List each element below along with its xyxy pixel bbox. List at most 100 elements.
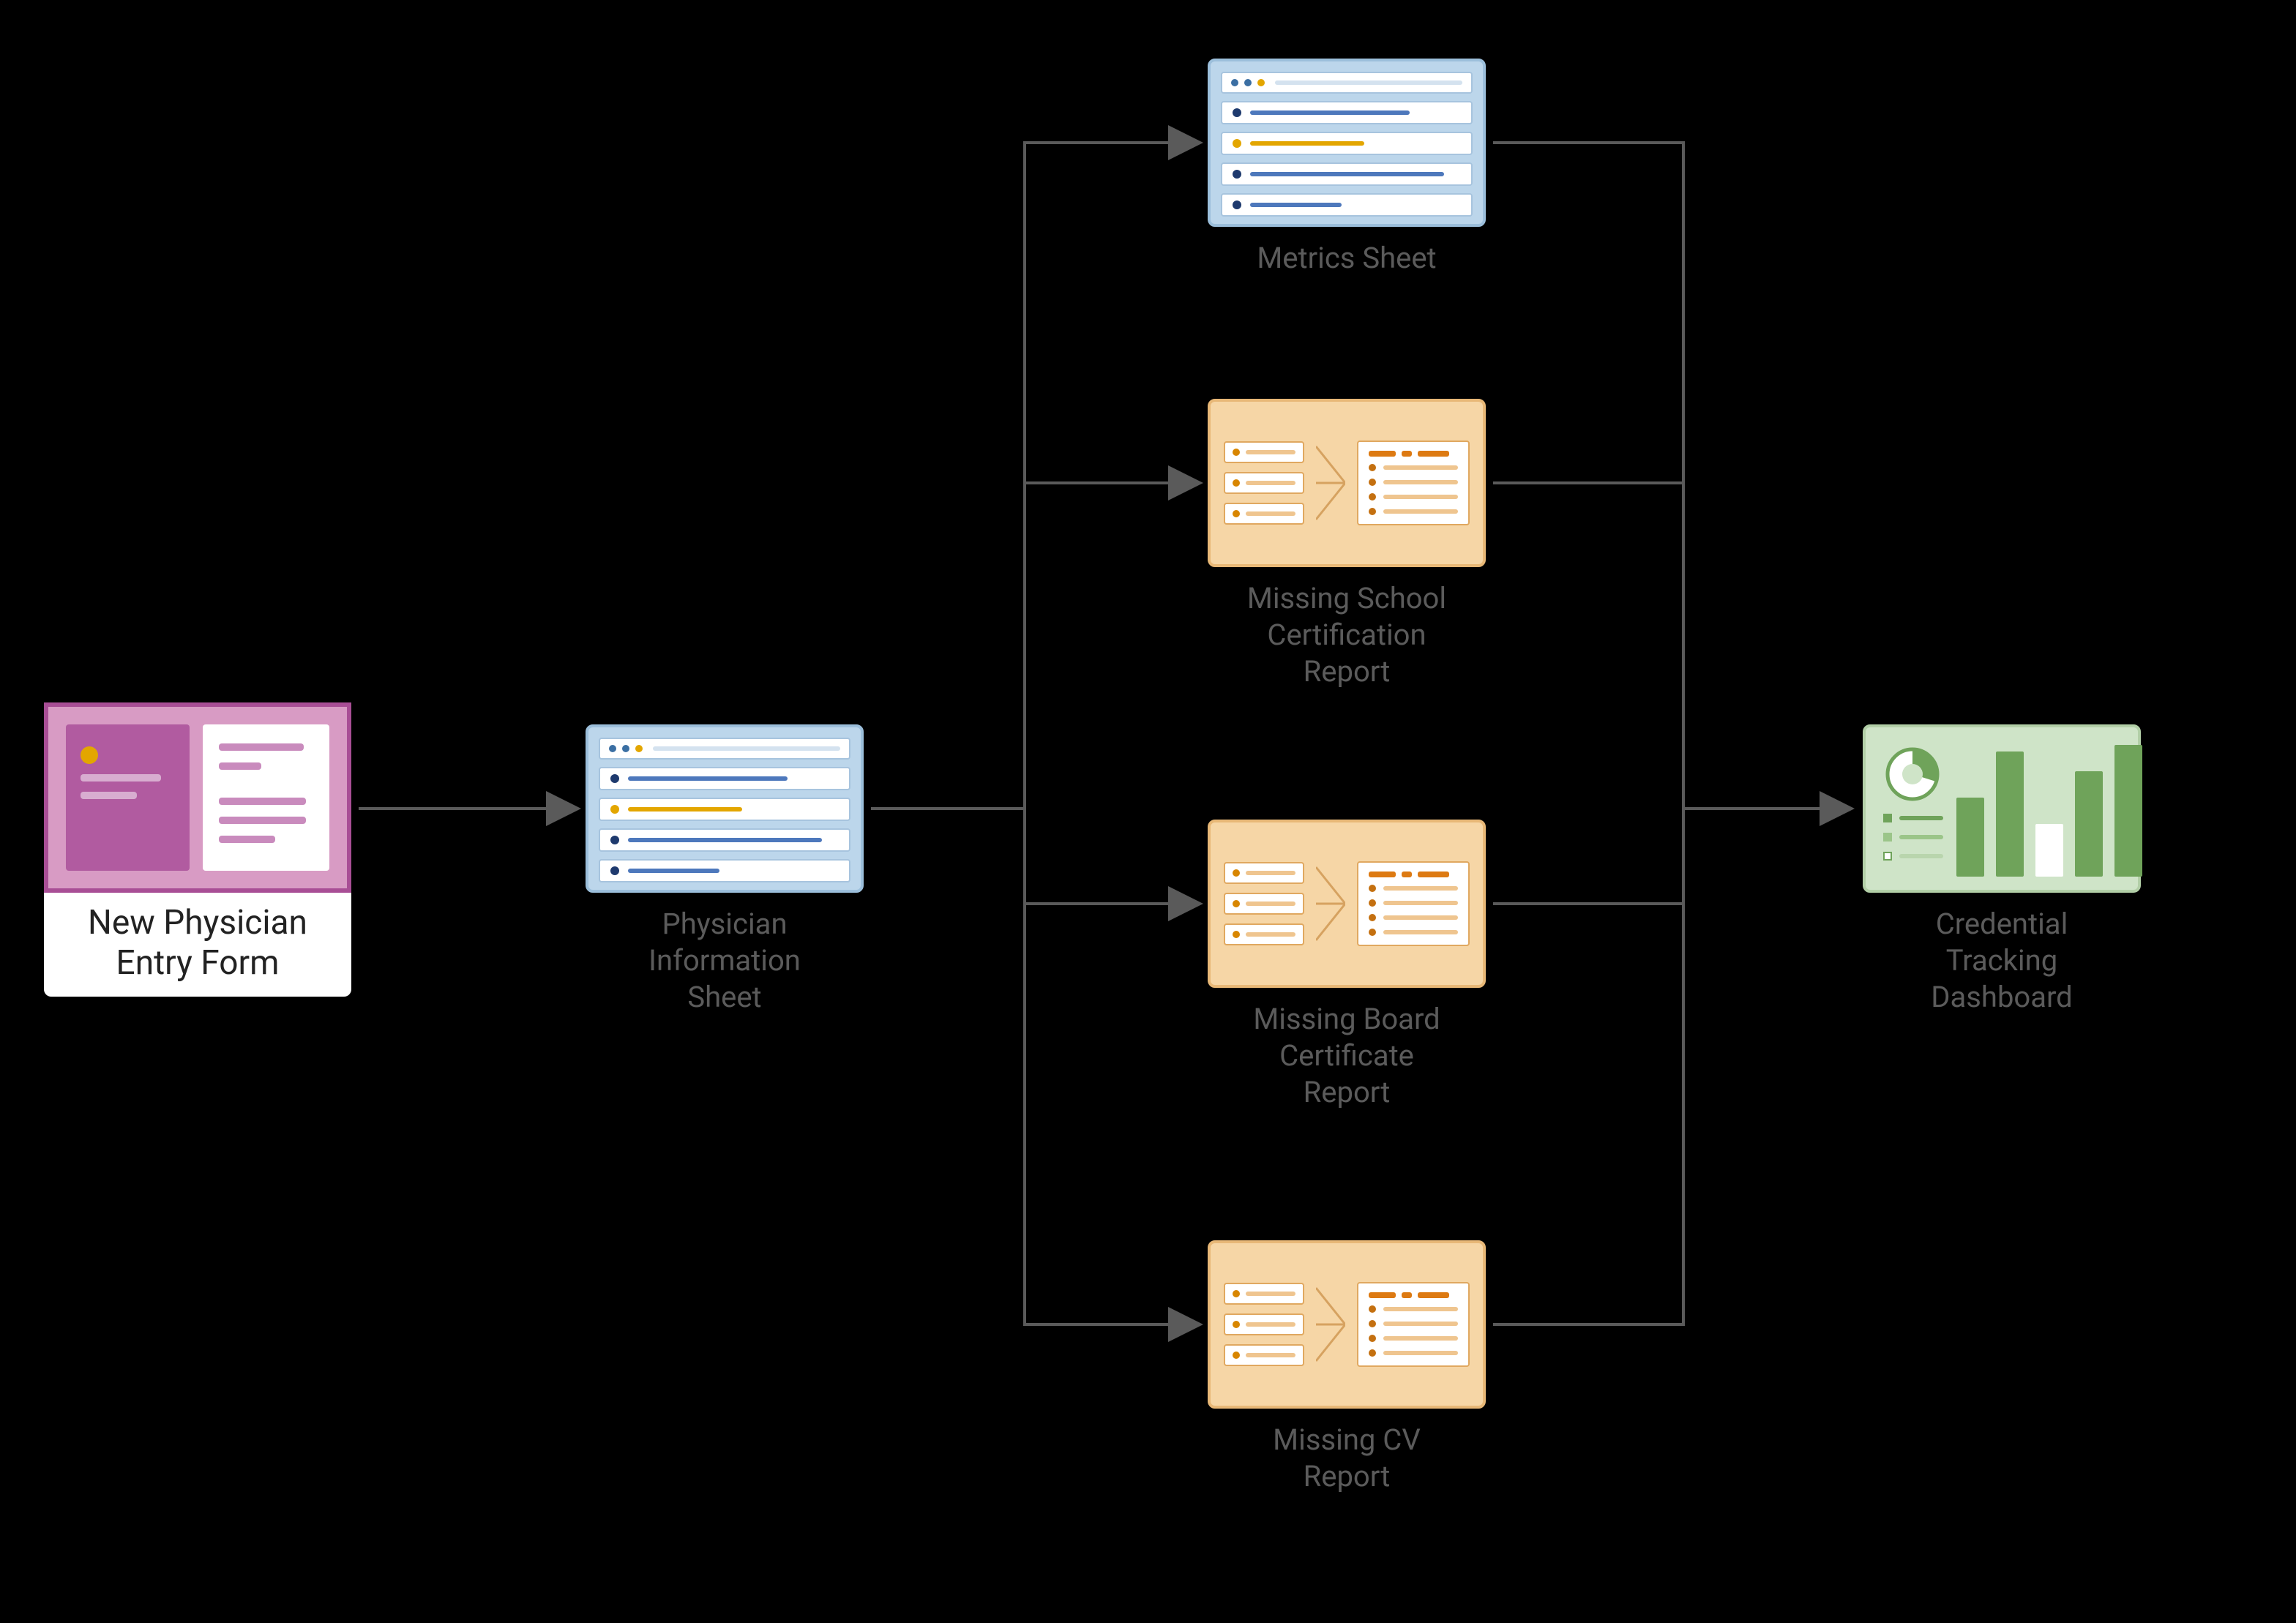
dot-icon [1369, 479, 1376, 486]
dot-icon [1233, 108, 1241, 117]
mini-card [1224, 503, 1304, 525]
bar-icon [1996, 751, 2024, 877]
node-label: CredentialTrackingDashboard [1931, 906, 2072, 1016]
table-row [1369, 1349, 1458, 1357]
dot-icon [81, 746, 98, 764]
node-info-sheet: PhysicianInformationSheet [586, 724, 864, 1016]
report-table [1357, 441, 1470, 525]
table-row [1369, 508, 1458, 515]
dot-icon [610, 805, 619, 814]
line-icon [1383, 1322, 1458, 1326]
mini-card [1224, 923, 1304, 945]
report-left [1224, 862, 1304, 945]
dot-icon [1233, 1321, 1240, 1328]
line-icon [1250, 172, 1444, 176]
header-cell [1418, 1292, 1449, 1298]
node-metrics: Metrics Sheet [1208, 59, 1486, 277]
funnel-lines-icon [1316, 852, 1345, 955]
form-left-panel [66, 724, 190, 871]
dot-icon [1233, 931, 1240, 938]
dot-icon [1233, 200, 1241, 209]
sheet-row [599, 828, 850, 852]
table-row [1369, 899, 1458, 907]
mini-card [1224, 1344, 1304, 1366]
line-icon [628, 776, 788, 781]
node-dashboard: CredentialTrackingDashboard [1863, 724, 2141, 1016]
bar-icon [219, 798, 306, 805]
report-table [1357, 861, 1470, 946]
report-table [1357, 1282, 1470, 1367]
node-school-cert: Missing SchoolCertificationReport [1208, 399, 1486, 690]
legend-row [1883, 814, 1943, 822]
report-icon [1208, 820, 1486, 988]
header-cell [1369, 872, 1396, 877]
window-dot-icon [622, 745, 629, 752]
table-row [1369, 885, 1458, 892]
dot-icon [1369, 914, 1376, 921]
line-icon [1383, 480, 1458, 484]
table-header [1369, 872, 1458, 877]
node-label: Missing SchoolCertificationReport [1247, 580, 1446, 690]
line-icon [1246, 450, 1295, 454]
form-right-panel [203, 724, 329, 871]
window-dot-icon [1244, 79, 1252, 86]
table-row [1369, 929, 1458, 936]
node-cv-report: Missing CVReport [1208, 1240, 1486, 1495]
window-header [599, 738, 850, 760]
funnel-lines-icon [1316, 432, 1345, 534]
window-header [1221, 72, 1473, 94]
dot-icon [1369, 899, 1376, 907]
dot-icon [1369, 464, 1376, 471]
line-icon [1383, 1336, 1458, 1341]
bar-icon [219, 762, 261, 770]
line-icon [1250, 141, 1364, 146]
sheet-row [1221, 101, 1473, 124]
report-left [1224, 1283, 1304, 1366]
pie-icon [1883, 745, 1942, 803]
sheet-row [1221, 132, 1473, 155]
window-bar-icon [653, 746, 840, 751]
table-row [1369, 1305, 1458, 1313]
legend-swatch-icon [1883, 814, 1892, 822]
line-icon [1246, 481, 1295, 485]
legend-row [1883, 852, 1943, 861]
line-icon [1383, 901, 1458, 905]
line-icon [1246, 932, 1295, 937]
dot-icon [1369, 929, 1376, 936]
header-cell [1402, 872, 1413, 877]
mini-card [1224, 893, 1304, 915]
line-icon [1246, 1322, 1295, 1327]
mini-card [1224, 862, 1304, 884]
line-icon [1383, 886, 1458, 891]
sheet-row [599, 767, 850, 790]
bar-icon [219, 817, 306, 824]
line-icon [1246, 1353, 1295, 1357]
mini-card [1224, 1283, 1304, 1305]
dot-icon [1233, 170, 1241, 179]
mini-card [1224, 441, 1304, 463]
window-dot-icon [609, 745, 616, 752]
header-cell [1402, 451, 1413, 457]
node-label: Metrics Sheet [1257, 240, 1436, 277]
dot-icon [1233, 479, 1240, 487]
dot-icon [1369, 885, 1376, 892]
dot-icon [1369, 1335, 1376, 1342]
table-row [1369, 914, 1458, 921]
dot-icon [610, 866, 619, 875]
spreadsheet-icon [586, 724, 864, 893]
bar-icon [81, 792, 137, 799]
table-header [1369, 451, 1458, 457]
bar-icon [2035, 824, 2063, 877]
line-icon [628, 869, 719, 873]
mini-card [1224, 1313, 1304, 1335]
dot-icon [610, 836, 619, 844]
sheet-row [1221, 193, 1473, 217]
form-icon [44, 702, 351, 893]
legend-line-icon [1899, 816, 1943, 820]
line-icon [1250, 110, 1410, 115]
legend-swatch-icon [1883, 852, 1892, 861]
dot-icon [1233, 449, 1240, 456]
sheet-row [599, 859, 850, 882]
header-cell [1402, 1292, 1413, 1298]
line-icon [628, 838, 822, 842]
